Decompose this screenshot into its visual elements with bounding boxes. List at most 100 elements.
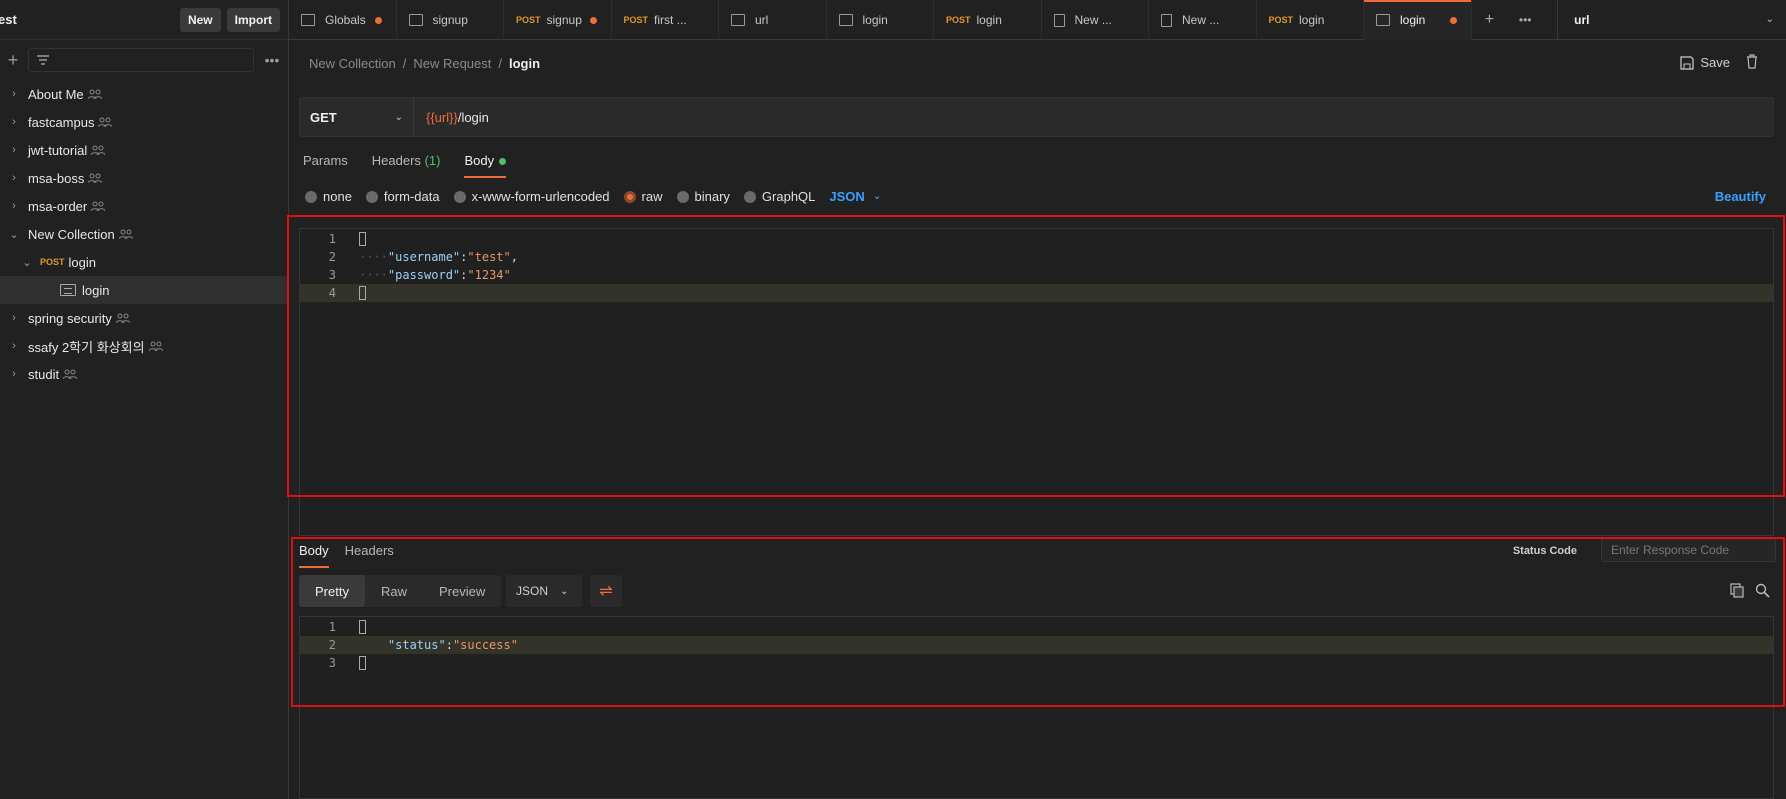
beautify-button[interactable]: Beautify	[1715, 189, 1766, 204]
bracket-marker	[359, 286, 366, 301]
chevron-down-icon: ⌄	[1765, 14, 1774, 25]
language-label: JSON	[516, 584, 549, 598]
radio-graphql[interactable]: GraphQL	[743, 189, 815, 204]
radio-label: none	[323, 189, 352, 204]
document-icon	[1053, 13, 1065, 27]
radio-form-data[interactable]: form-data	[365, 189, 440, 204]
headers-count: (1)	[424, 153, 441, 168]
collection-label: jwt-tutorial	[28, 142, 88, 158]
save-button[interactable]: Save	[1680, 55, 1730, 70]
tab-params[interactable]: Params	[303, 153, 348, 176]
collection-msa-order[interactable]: › msa-order	[0, 192, 288, 220]
chevron-right-icon[interactable]: ›	[0, 88, 28, 100]
filter-input[interactable]	[28, 48, 254, 72]
radio-raw[interactable]: raw	[623, 189, 663, 204]
status-code-input[interactable]: Enter Response Code	[1601, 538, 1776, 562]
breadcrumb-separator: /	[498, 56, 502, 71]
trash-icon[interactable]	[1746, 54, 1758, 69]
radio-binary[interactable]: binary	[676, 189, 730, 204]
tab-options-icon[interactable]: •••	[1507, 0, 1543, 39]
breadcrumb-current[interactable]: login	[509, 56, 540, 71]
body-language-select[interactable]: JSON ⌄	[829, 189, 881, 204]
tab-bar: Globals signup POST signup POST first ..…	[289, 0, 1786, 40]
chevron-right-icon[interactable]: ›	[0, 172, 28, 184]
document-icon	[1161, 13, 1172, 27]
radio-none[interactable]: none	[305, 189, 352, 204]
add-collection-icon[interactable]: +	[6, 50, 20, 71]
method-label: GET	[310, 109, 337, 125]
more-options-icon[interactable]: •••	[262, 52, 282, 68]
globals-icon	[301, 14, 315, 26]
radio-label: form-data	[383, 189, 440, 204]
chevron-down-icon[interactable]: ⌄	[0, 228, 28, 241]
collection-jwt-tutorial[interactable]: › jwt-tutorial	[0, 136, 288, 164]
chevron-down-icon[interactable]: ⌄	[14, 256, 40, 269]
response-body-viewer[interactable]: 1 2 "status":"success" 3	[299, 616, 1774, 799]
tab-globals[interactable]: Globals	[289, 0, 397, 40]
collection-spring-security[interactable]: › spring security	[0, 304, 288, 332]
chevron-right-icon[interactable]: ›	[0, 368, 28, 380]
collection-ssafy[interactable]: › ssafy 2학기 화상회의	[0, 332, 288, 360]
collection-label: msa-order	[28, 198, 88, 214]
tab-body[interactable]: Body	[464, 153, 507, 178]
search-icon[interactable]	[1755, 583, 1770, 598]
copy-icon[interactable]	[1730, 583, 1744, 598]
shared-icon	[118, 229, 133, 239]
tab-headers[interactable]: Headers (1)	[372, 153, 441, 176]
request-login[interactable]: login	[0, 276, 288, 304]
shared-icon	[91, 145, 106, 155]
environment-select[interactable]: url ⌄	[1557, 0, 1786, 39]
collection-studit[interactable]: › studit	[0, 360, 288, 388]
tab-post-login[interactable]: POST login	[934, 0, 1042, 40]
chevron-right-icon[interactable]: ›	[0, 312, 28, 324]
tab-response-headers[interactable]: Headers	[345, 543, 394, 566]
collection-label: fastcampus	[28, 114, 95, 130]
folder-login[interactable]: ⌄ POST login	[0, 248, 288, 276]
tab-new-2[interactable]: New ...	[1149, 0, 1257, 40]
chevron-right-icon[interactable]: ›	[0, 116, 28, 128]
tab-body-label: Body	[464, 153, 495, 168]
chevron-right-icon[interactable]: ›	[0, 340, 28, 352]
tab-post-first[interactable]: POST first ...	[612, 0, 719, 40]
chevron-right-icon[interactable]: ›	[0, 144, 28, 156]
line-number: 4	[328, 286, 336, 300]
view-pretty-button[interactable]: Pretty	[299, 575, 365, 607]
wrap-lines-icon[interactable]: ⇌	[590, 575, 622, 607]
breadcrumb-folder[interactable]: New Request	[413, 56, 491, 71]
tab-url[interactable]: url	[719, 0, 827, 40]
view-raw-button[interactable]: Raw	[365, 575, 423, 607]
radio-urlencoded[interactable]: x-www-form-urlencoded	[453, 189, 610, 204]
method-badge: POST	[40, 257, 65, 267]
tab-post-signup[interactable]: POST signup	[504, 0, 612, 40]
example-icon	[60, 284, 76, 296]
code-line: 1	[300, 230, 1773, 248]
tab-label: login	[1299, 13, 1325, 27]
collection-new-collection[interactable]: ⌄ New Collection	[0, 220, 288, 248]
request-body-editor[interactable]: 1 2 ····"username":"test", 3 ····"password…	[299, 228, 1774, 536]
tab-post-login-2[interactable]: POST login	[1257, 0, 1364, 40]
collection-tree: › About Me › fastcampus › jwt-tutorial ›…	[0, 80, 288, 388]
collection-fastcampus[interactable]: › fastcampus	[0, 108, 288, 136]
tab-login-active[interactable]: login	[1364, 0, 1472, 40]
response-language-select[interactable]: JSON ⌄	[506, 575, 582, 607]
radio-icon	[623, 190, 636, 203]
tab-signup[interactable]: signup	[397, 0, 504, 40]
breadcrumb-collection[interactable]: New Collection	[309, 56, 396, 71]
tab-headers-label: Headers	[371, 153, 421, 168]
collection-about-me[interactable]: › About Me	[0, 80, 288, 108]
view-preview-button[interactable]: Preview	[423, 575, 501, 607]
tab-new-1[interactable]: New ...	[1042, 0, 1149, 40]
chevron-right-icon[interactable]: ›	[0, 200, 28, 212]
method-select[interactable]: GET ⌄	[300, 98, 414, 136]
tab-login-example[interactable]: login	[827, 0, 934, 40]
new-tab-icon[interactable]: +	[1472, 0, 1508, 39]
tab-response-body[interactable]: Body	[299, 543, 329, 568]
new-button[interactable]: New	[179, 7, 221, 32]
shared-icon	[98, 117, 113, 127]
import-button[interactable]: Import	[226, 7, 280, 32]
radio-label: x-www-form-urlencoded	[471, 189, 610, 204]
collection-msa-boss[interactable]: › msa-boss	[0, 164, 288, 192]
radio-icon	[676, 190, 689, 203]
workspace-name[interactable]: est	[0, 12, 174, 27]
url-input[interactable]: {{url}}/login	[414, 110, 489, 125]
